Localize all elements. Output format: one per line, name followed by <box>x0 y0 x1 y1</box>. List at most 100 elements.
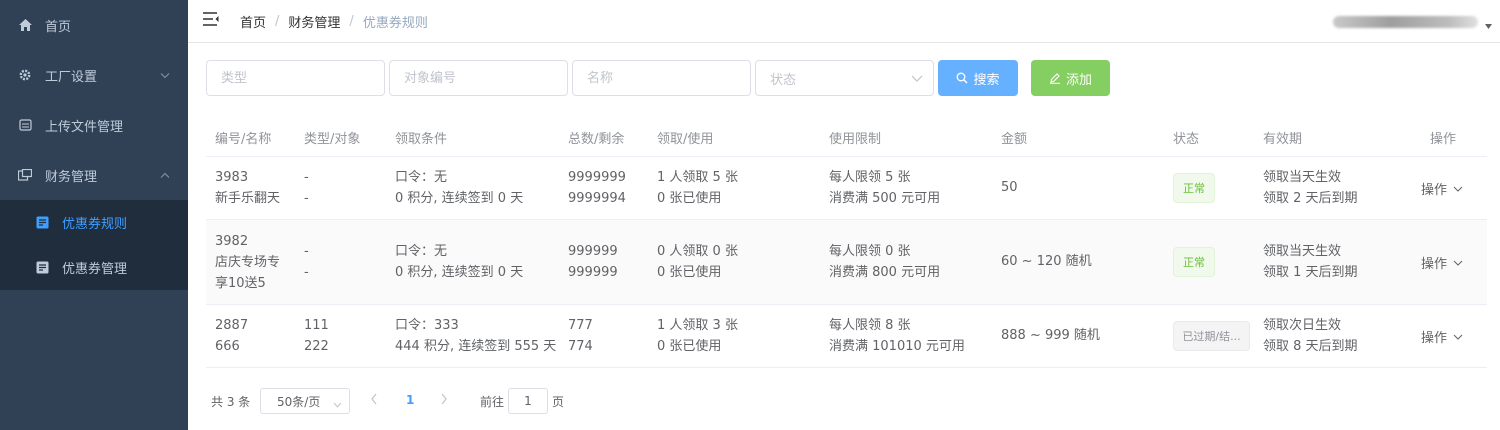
file-icon <box>18 118 32 132</box>
page-suffix-label: 页 <box>552 395 565 409</box>
status-select[interactable]: 状态 <box>755 60 934 96</box>
cell-total-remain: 777 774 <box>568 318 593 354</box>
sidebar-item-factory-settings[interactable]: 工厂设置 <box>0 50 188 100</box>
caret-down-icon <box>1485 22 1492 32</box>
cell-usage-limit: 每人限领 8 张消费满 101010 元可用 <box>829 318 965 354</box>
cell-total-remain: 999999 999999 <box>568 244 618 280</box>
sidebar-item-label: 优惠券规则 <box>62 217 128 232</box>
add-button[interactable]: 添加 <box>1031 60 1110 96</box>
column-header: 总数/剩余 <box>568 132 625 147</box>
cell-conditions: 口令：333 444 积分, 连续签到 555 天 <box>395 318 557 354</box>
sidebar-item-label: 首页 <box>45 19 72 35</box>
row-actions-dropdown[interactable]: 操作 <box>1421 327 1463 346</box>
column-header: 操作 <box>1430 132 1457 147</box>
user-name-redacted <box>1333 16 1478 28</box>
chevron-down-icon <box>1453 186 1463 192</box>
finance-submenu: 优惠券规则 优惠券管理 <box>0 200 188 290</box>
pagination-total: 共 3 条 <box>211 395 251 409</box>
cell-type-target: 111 222 <box>304 318 329 354</box>
cell-validity: 领取当天生效 领取 1 天后到期 <box>1263 244 1358 280</box>
column-header: 金额 <box>1001 132 1028 147</box>
type-input[interactable] <box>206 60 385 96</box>
home-icon <box>18 18 32 32</box>
table-row: 3982 店庆专场专 享10送5 -- 口令：无 0 积分, 连续签到 0 天 999… <box>206 220 1487 305</box>
hamburger-menu-icon[interactable] <box>203 12 219 28</box>
cell-validity: 领取当天生效 领取 2 天后到期 <box>1263 170 1358 206</box>
cell-amount: 60 ~ 120 随机 <box>1001 254 1092 269</box>
breadcrumb-finance[interactable]: 财务管理 <box>288 12 340 31</box>
coupon-manage-icon <box>36 261 49 274</box>
cell-total-remain: 9999999 9999994 <box>568 170 626 206</box>
sidebar-item-label: 优惠券管理 <box>62 262 128 277</box>
cell-usage-limit: 每人限领 5 张消费满 500 元可用 <box>829 170 941 206</box>
table-row: 2887 666 111 222 口令：333 444 积分, 连续签到 555 天 … <box>206 305 1487 368</box>
search-button-label: 搜索 <box>973 72 1000 88</box>
sidebar-item-label: 工厂设置 <box>45 69 98 85</box>
sidebar-item-label: 财务管理 <box>45 169 98 185</box>
navbar: 首页 / 财务管理 / 优惠券规则 <box>188 0 1500 43</box>
coupon-rules-table: 编号/名称 类型/对象 领取条件 总数/剩余 领取/使用 使用限制 金额 状态 … <box>206 114 1487 368</box>
sidebar-item-upload-files[interactable]: 上传文件管理 <box>0 100 188 150</box>
chevron-down-icon <box>911 71 923 89</box>
cell-id-name: 2887 666 <box>215 318 249 354</box>
cell-id-name: 3983 新手乐翻天 <box>215 170 281 206</box>
page-number-current[interactable]: 1 <box>406 393 414 407</box>
breadcrumb-home[interactable]: 首页 <box>240 12 266 31</box>
cell-conditions: 口令：无 0 积分, 连续签到 0 天 <box>395 244 524 280</box>
target-id-input[interactable] <box>389 60 568 96</box>
status-badge: 正常 <box>1173 173 1215 203</box>
cell-validity: 领取次日生效 领取 8 天后到期 <box>1263 318 1358 354</box>
column-header: 领取条件 <box>395 132 448 147</box>
breadcrumb-separator: / <box>275 14 280 29</box>
page-size-select[interactable]: 50条/页 <box>260 388 350 414</box>
cell-type-target: -- <box>304 244 309 280</box>
column-header: 状态 <box>1173 132 1200 147</box>
user-dropdown[interactable] <box>1333 12 1492 32</box>
cell-receive-use: 1 人领取 3 张0 张已使用 <box>657 318 738 354</box>
sidebar-item-finance[interactable]: 财务管理 <box>0 150 188 200</box>
cell-type-target: -- <box>304 170 309 206</box>
cell-amount: 50 <box>1001 180 1018 195</box>
breadcrumb-current: 优惠券规则 <box>362 16 428 31</box>
column-header: 类型/对象 <box>304 132 361 147</box>
finance-icon <box>18 168 32 182</box>
search-button[interactable]: 搜索 <box>938 60 1018 96</box>
sidebar-item-coupon-rules[interactable]: 优惠券规则 <box>0 200 188 245</box>
column-header: 使用限制 <box>829 132 882 147</box>
cell-id-name: 3982 店庆专场专 享10送5 <box>215 234 281 291</box>
column-header: 领取/使用 <box>657 132 714 147</box>
breadcrumb: 首页 / 财务管理 / 优惠券规则 <box>240 12 428 31</box>
gear-icon <box>18 68 32 82</box>
edit-icon <box>1049 72 1061 84</box>
table-header: 编号/名称 类型/对象 领取条件 总数/剩余 领取/使用 使用限制 金额 状态 … <box>206 114 1487 157</box>
row-actions-dropdown[interactable]: 操作 <box>1421 253 1463 272</box>
breadcrumb-separator: / <box>349 14 354 29</box>
chevron-down-icon <box>333 397 342 411</box>
column-header: 编号/名称 <box>215 132 272 147</box>
cell-conditions: 口令：无 0 积分, 连续签到 0 天 <box>395 170 524 206</box>
column-header: 有效期 <box>1263 132 1303 147</box>
cell-receive-use: 1 人领取 5 张0 张已使用 <box>657 170 738 206</box>
cell-amount: 888 ~ 999 随机 <box>1001 328 1100 343</box>
status-badge: 已过期/结... <box>1173 321 1250 351</box>
goto-page-input[interactable] <box>508 388 548 414</box>
sidebar-item-label: 上传文件管理 <box>45 119 124 135</box>
goto-label: 前往 <box>480 395 505 409</box>
row-actions-dropdown[interactable]: 操作 <box>1421 179 1463 198</box>
next-page-button[interactable] <box>440 393 448 409</box>
name-input[interactable] <box>572 60 751 96</box>
status-badge: 正常 <box>1173 247 1215 277</box>
search-icon <box>956 72 968 84</box>
sidebar: 首页 工厂设置 上传文件管理 财务管理 优惠券规则 优惠券管理 <box>0 0 188 430</box>
cell-receive-use: 0 人领取 0 张0 张已使用 <box>657 244 738 280</box>
sidebar-item-coupon-management[interactable]: 优惠券管理 <box>0 245 188 290</box>
chevron-down-icon <box>160 68 170 83</box>
prev-page-button[interactable] <box>370 393 378 409</box>
table-row: 3983 新手乐翻天 -- 口令：无 0 积分, 连续签到 0 天 9999999 9… <box>206 157 1487 220</box>
status-select-placeholder: 状态 <box>770 72 797 88</box>
chevron-down-icon <box>1453 334 1463 340</box>
sidebar-item-home[interactable]: 首页 <box>0 0 188 50</box>
coupon-rule-icon <box>36 216 49 229</box>
pagination: 共 3 条 50条/页 1 前往 页 <box>211 388 611 414</box>
chevron-down-icon <box>1453 260 1463 266</box>
